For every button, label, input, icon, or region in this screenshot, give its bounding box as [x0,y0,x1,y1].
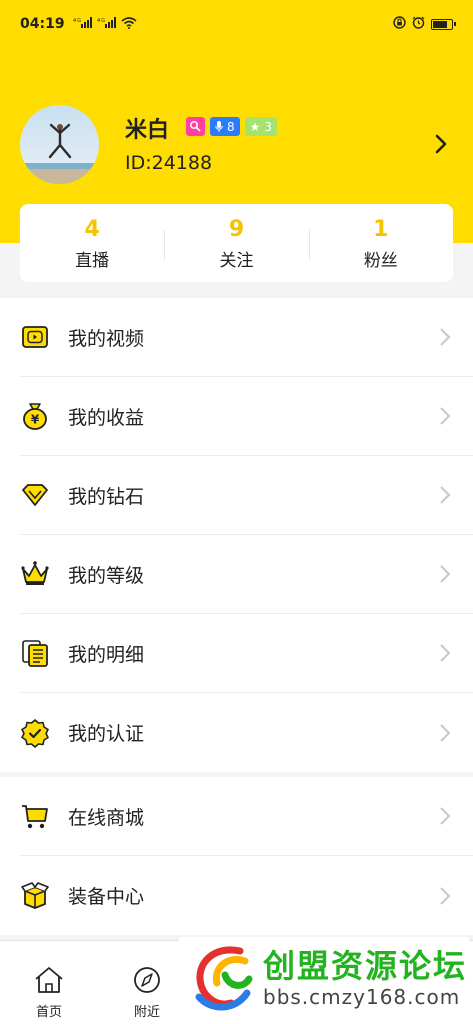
home-icon [35,967,63,993]
menu-secondary: 在线商城 装备中心 [0,777,473,935]
svg-text:¥: ¥ [31,413,40,427]
menu-item-label: 装备中心 [68,886,145,908]
video-icon [20,322,50,352]
stat-label: 关注 [219,250,254,271]
user-badges: 8 ★ 3 [186,117,278,136]
user-name: 米白 [125,118,170,143]
compass-icon [134,967,160,993]
chevron-right-icon [437,485,453,505]
stat-live[interactable]: 4 直播 [20,216,164,271]
svg-text:4G: 4G [97,18,106,24]
status-bar: 04:19 4G 4G [20,14,456,34]
user-id: ID:24188 [125,152,213,174]
mic-level-value: 8 [227,119,235,134]
chevron-right-icon [437,886,453,906]
menu-item-label: 我的钻石 [68,485,145,508]
menu-item-shop[interactable]: 在线商城 [20,777,473,856]
stat-value: 9 [228,216,245,242]
avatar[interactable] [20,105,99,184]
battery-icon [431,18,456,30]
menu-item-label: 我的收益 [68,406,145,429]
chevron-right-icon [437,806,453,826]
menu-item-diamonds[interactable]: 我的钻石 [20,456,473,535]
menu-item-label: 我的认证 [68,723,145,745]
chevron-right-icon [437,564,453,584]
signal-icon-1: 4G [73,17,93,31]
menu-item-label: 我的视频 [68,327,145,350]
menu-item-videos[interactable]: 我的视频 [20,298,473,377]
stat-label: 直播 [75,250,110,271]
star-level-badge: ★ 3 [244,117,278,136]
chevron-right-icon [437,327,453,347]
watermark-title: 创盟资源论坛 [263,947,468,985]
crown-icon [20,559,50,589]
tab-label: 首页 [35,1005,62,1020]
chevron-right-icon [437,643,453,663]
alarm-icon [412,16,425,32]
status-right [393,16,456,32]
menu-item-earnings[interactable]: ¥ 我的收益 [20,377,473,456]
status-time: 04:19 [20,16,65,32]
cart-icon [20,801,50,831]
star-icon: ★ [249,119,261,134]
box-icon [20,881,50,911]
stat-value: 4 [84,216,100,242]
menu-primary: 我的视频 ¥ 我的收益 我的钻石 我的等级 我的明细 我的认证 [0,298,473,772]
watermark-logo-icon [195,946,253,1011]
star-level-value: 3 [264,119,273,134]
menu-item-label: 我的明细 [68,643,145,666]
watermark-text: 创盟资源论坛 bbs.cmzy168.com [263,947,467,1009]
stats-card: 4 直播 9 关注 1 粉丝 [20,204,453,282]
mic-level-badge: 8 [210,117,240,136]
stat-following[interactable]: 9 关注 [164,216,308,271]
chevron-right-icon [437,723,453,743]
menu-item-label: 在线商城 [68,806,145,829]
diamond-icon [20,480,50,510]
chevron-right-icon[interactable] [429,132,453,156]
money-bag-icon: ¥ [20,401,50,431]
stat-fans[interactable]: 1 粉丝 [308,216,453,271]
watermark-banner: 创盟资源论坛 bbs.cmzy168.com [179,937,469,1019]
menu-item-verification[interactable]: 我的认证 [20,693,473,772]
menu-item-level[interactable]: 我的等级 [20,535,473,614]
stat-label: 粉丝 [363,250,398,271]
tab-home[interactable]: 首页 [0,941,98,1024]
wifi-icon [121,16,137,32]
chevron-right-icon [437,406,453,426]
watermark-url: bbs.cmzy168.com [263,985,461,1009]
details-icon [20,638,50,668]
menu-item-label: 我的等级 [68,564,145,587]
signal-icon-2: 4G [97,17,117,31]
menu-item-equipment[interactable]: 装备中心 [20,856,473,935]
lock-rotation-icon [393,16,406,32]
stat-value: 1 [373,216,389,242]
signal-indicators: 4G 4G [73,16,137,32]
menu-item-details[interactable]: 我的明细 [20,614,473,693]
svg-text:4G: 4G [73,18,82,24]
host-badge-icon [186,117,205,136]
verified-icon [20,718,50,748]
